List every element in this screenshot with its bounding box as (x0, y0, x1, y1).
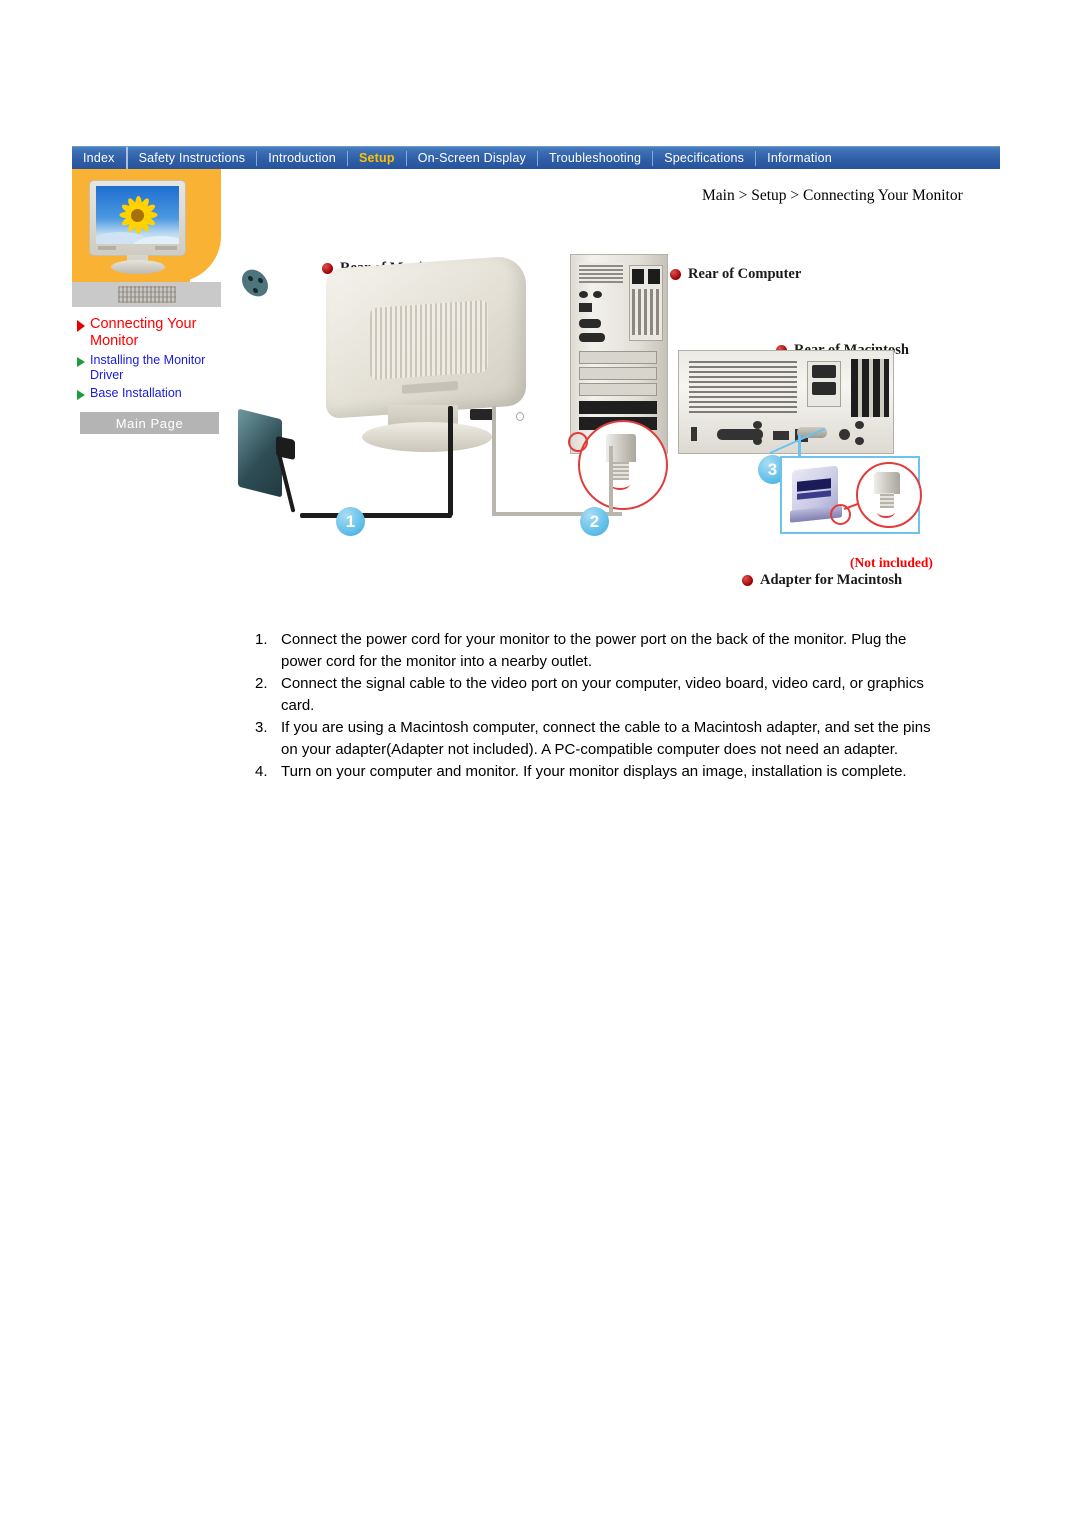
label-text: Rear of Computer (688, 266, 802, 282)
triangle-bullet-icon (77, 390, 85, 400)
rear-of-monitor-illustration (318, 255, 538, 452)
sunflower-center (131, 209, 144, 222)
main-navigation-bar: Index Safety Instructions Introduction S… (72, 146, 1000, 170)
monitor-product-image (89, 180, 186, 274)
adapter-connector-body (874, 472, 900, 494)
monitor-vent-grille (370, 299, 488, 381)
macintosh-power-socket (812, 382, 836, 395)
sidebar-item-label: Connecting Your Monitor (90, 316, 197, 349)
triangle-bullet-icon (77, 320, 85, 332)
rear-of-macintosh-illustration (678, 350, 894, 454)
label-adapter-for-macintosh: Adapter for Macintosh (742, 572, 902, 589)
monitor-screw-hole (516, 412, 524, 421)
monitor-base (111, 260, 165, 274)
macintosh-power-socket (812, 365, 836, 378)
power-cord-segment (448, 406, 453, 516)
outlet-hole-icon (248, 275, 253, 282)
sidebar-banner (72, 169, 221, 282)
instruction-text: If you are using a Macintosh computer, c… (281, 719, 931, 758)
red-bullet-icon (742, 575, 753, 586)
monitor-base (362, 422, 492, 452)
sidebar-item-label: Installing the Monitor Driver (90, 353, 206, 382)
tower-vent-grille (579, 263, 623, 283)
instruction-list: 1. Connect the power cord for your monit… (255, 629, 945, 784)
monitor-model-mark (155, 246, 177, 250)
rotate-arrow-icon (610, 478, 630, 490)
nav-separator (652, 150, 654, 166)
monitor-brand-mark (98, 246, 116, 250)
triangle-bullet-icon (77, 357, 85, 367)
sidebar: Connecting Your Monitor Installing the M… (72, 169, 221, 434)
adapter-connector-magnifier (856, 462, 922, 528)
macintosh-vent-grille (689, 361, 797, 413)
nav-separator (755, 150, 757, 166)
monitor-screen (96, 186, 179, 244)
not-included-note: (Not included) (850, 555, 933, 570)
breadcrumb: Main > Setup > Connecting Your Monitor (702, 187, 963, 204)
nav-separator (125, 146, 128, 170)
instruction-text: Connect the signal cable to the video po… (281, 675, 924, 714)
main-page-button[interactable]: Main Page (80, 412, 219, 434)
tower-card-grille (632, 289, 660, 335)
power-cord-segment (300, 513, 452, 518)
label-text: Adapter for Macintosh (760, 572, 903, 588)
nav-separator (346, 150, 348, 166)
instruction-text: Connect the power cord for your monitor … (281, 631, 907, 670)
magnifier-focus-ring (568, 432, 588, 452)
nav-item-setup[interactable]: Setup (348, 147, 406, 170)
instruction-item: 3. If you are using a Macintosh computer… (255, 717, 945, 760)
tower-port-cluster (579, 289, 619, 343)
nav-item-introduction[interactable]: Introduction (257, 147, 347, 170)
nav-item-specifications[interactable]: Specifications (653, 147, 755, 170)
nav-item-safety-instructions[interactable]: Safety Instructions (128, 147, 257, 170)
nav-item-information[interactable]: Information (756, 147, 843, 170)
macintosh-expansion-bays (851, 359, 889, 417)
step-badge-1: 1 (336, 507, 365, 536)
sidebar-item-label: Base Installation (90, 386, 182, 400)
tower-card-slot (648, 269, 660, 284)
instruction-number: 4. (255, 763, 268, 780)
instruction-item: 4. Turn on your computer and monitor. If… (255, 761, 945, 783)
tower-card-slot (632, 269, 644, 284)
sidebar-item-base-installation[interactable]: Base Installation (77, 386, 221, 401)
signal-cable-segment (492, 406, 496, 516)
signal-cable-segment (612, 512, 622, 516)
instruction-number: 1. (255, 631, 268, 648)
label-rear-of-computer: Rear of Computer (670, 266, 801, 283)
instruction-number: 3. (255, 719, 268, 736)
red-bullet-icon (670, 269, 681, 280)
nav-separator (405, 150, 407, 166)
sidebar-item-installing-the-monitor-driver[interactable]: Installing the Monitor Driver (77, 353, 221, 383)
macintosh-port-cluster (689, 421, 885, 445)
sidebar-link-list: Connecting Your Monitor Installing the M… (72, 307, 221, 434)
sunflower-icon (117, 194, 159, 236)
connection-diagram: Rear of Monitor Rear of Computer Rear of… (230, 246, 1000, 596)
wall-outlet-face (242, 266, 268, 300)
outlet-hole-icon (253, 287, 258, 294)
rotate-arrow-icon (877, 506, 895, 518)
pc-connector-magnifier (578, 420, 668, 510)
nav-item-on-screen-display[interactable]: On-Screen Display (407, 147, 537, 170)
sidebar-item-connecting-your-monitor[interactable]: Connecting Your Monitor (77, 316, 221, 350)
nav-separator (537, 150, 539, 166)
nav-item-troubleshooting[interactable]: Troubleshooting (538, 147, 652, 170)
signal-cable-segment (609, 446, 613, 516)
nav-item-index[interactable]: Index (72, 147, 126, 170)
step-badge-2: 2 (580, 507, 609, 536)
instruction-number: 2. (255, 675, 268, 692)
instruction-item: 1. Connect the power cord for your monit… (255, 629, 945, 672)
outlet-hole-icon (258, 277, 263, 284)
brand-logo-icon (118, 286, 176, 303)
sidebar-logo-strip (72, 282, 221, 307)
instruction-item: 2. Connect the signal cable to the video… (255, 673, 945, 716)
nav-separator (256, 150, 258, 166)
instruction-text: Turn on your computer and monitor. If yo… (281, 763, 907, 780)
